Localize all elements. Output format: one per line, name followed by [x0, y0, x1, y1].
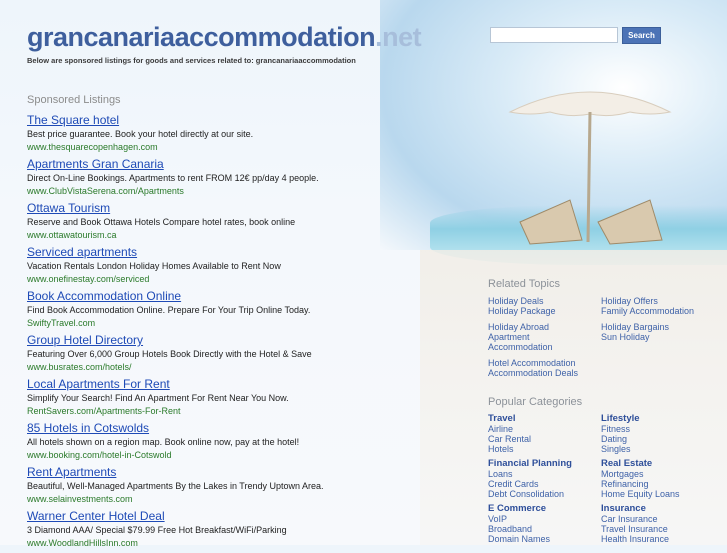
tagline: Below are sponsored listings for goods a…: [27, 56, 356, 65]
related-topic-link[interactable]: Apartment: [488, 332, 530, 342]
sponsored-listings-heading: Sponsored Listings: [27, 94, 121, 106]
category-link[interactable]: Singles: [601, 444, 631, 454]
listing-url[interactable]: www.booking.com/hotel-in-Cotswold: [27, 450, 447, 461]
listing-item: Serviced apartments Vacation Rentals Lon…: [27, 245, 447, 289]
category-link[interactable]: Fitness: [601, 424, 630, 434]
related-topic-link[interactable]: Accommodation: [488, 342, 553, 352]
domain-name: grancanariaaccommodation: [27, 22, 376, 52]
listing-title-link[interactable]: Book Accommodation Online: [27, 289, 447, 303]
category-heading-link[interactable]: Insurance: [601, 503, 646, 514]
sponsored-listings: The Square hotel Best price guarantee. B…: [27, 113, 447, 553]
listing-title-link[interactable]: Ottawa Tourism: [27, 201, 447, 215]
category-link[interactable]: Broadband: [488, 524, 532, 534]
category-link[interactable]: Hotels: [488, 444, 514, 454]
listing-description: Beautiful, Well-Managed Apartments By th…: [27, 481, 324, 491]
listing-item: Book Accommodation Online Find Book Acco…: [27, 289, 447, 333]
related-topic-link[interactable]: Holiday Abroad: [488, 322, 549, 332]
beach-umbrella-icon: [508, 91, 672, 245]
listing-item: Rent Apartments Beautiful, Well-Managed …: [27, 465, 447, 509]
category-link[interactable]: Home Equity Loans: [601, 489, 680, 499]
category-heading-link[interactable]: Lifestyle: [601, 413, 640, 424]
listing-url[interactable]: www.ottawatourism.ca: [27, 230, 447, 241]
listing-url[interactable]: www.WoodlandHillsInn.com: [27, 538, 447, 549]
listing-description: Simplify Your Search! Find An Apartment …: [27, 393, 289, 403]
listing-description: Reserve and Book Ottawa Hotels Compare h…: [27, 217, 296, 227]
related-topic-link[interactable]: Hotel Accommodation: [488, 358, 576, 368]
category-link[interactable]: Airline: [488, 424, 513, 434]
listing-description: Direct On-Line Bookings. Apartments to r…: [27, 173, 319, 183]
listing-description: Featuring Over 6,000 Group Hotels Book D…: [27, 349, 312, 359]
category-link[interactable]: Credit Cards: [488, 479, 539, 489]
related-topic-link[interactable]: Family Accommodation: [601, 306, 694, 316]
listing-description: Vacation Rentals London Holiday Homes Av…: [27, 261, 281, 271]
listing-title-link[interactable]: 85 Hotels in Cotswolds: [27, 421, 447, 435]
category-link[interactable]: Refinancing: [601, 479, 649, 489]
listing-url[interactable]: www.ClubVistaSerena.com/Apartments: [27, 186, 447, 197]
listing-item: Ottawa Tourism Reserve and Book Ottawa H…: [27, 201, 447, 245]
listing-url[interactable]: RentSavers.com/Apartments-For-Rent: [27, 406, 447, 417]
listing-description: Best price guarantee. Book your hotel di…: [27, 129, 254, 139]
related-topic-link[interactable]: Sun Holiday: [601, 332, 650, 342]
listing-description: All hotels shown on a region map. Book o…: [27, 437, 300, 447]
listing-title-link[interactable]: Rent Apartments: [27, 465, 447, 479]
page-title: grancanariaaccommodation.net: [27, 22, 422, 53]
popular-categories-heading: Popular Categories: [488, 396, 583, 408]
category-link[interactable]: Dating: [601, 434, 627, 444]
category-heading-link[interactable]: Real Estate: [601, 458, 652, 469]
related-topic-link[interactable]: Holiday Deals: [488, 296, 544, 306]
related-topic-link[interactable]: Holiday Bargains: [601, 322, 669, 332]
category-link[interactable]: Domain Names: [488, 534, 550, 544]
listing-title-link[interactable]: Apartments Gran Canaria: [27, 157, 447, 171]
category-link[interactable]: VoIP: [488, 514, 507, 524]
listing-url[interactable]: www.thesquarecopenhagen.com: [27, 142, 447, 153]
category-link[interactable]: Debt Consolidation: [488, 489, 564, 499]
category-link[interactable]: Health Insurance: [601, 534, 669, 544]
listing-title-link[interactable]: The Square hotel: [27, 113, 447, 127]
listing-url[interactable]: SwiftyTravel.com: [27, 318, 447, 329]
related-topic-link[interactable]: Holiday Offers: [601, 296, 658, 306]
listing-item: Apartments Gran Canaria Direct On-Line B…: [27, 157, 447, 201]
search-input[interactable]: [490, 27, 618, 43]
category-link[interactable]: Travel Insurance: [601, 524, 668, 534]
listing-title-link[interactable]: Warner Center Hotel Deal: [27, 509, 447, 523]
listing-title-link[interactable]: Local Apartments For Rent: [27, 377, 447, 391]
category-heading-link[interactable]: Financial Planning: [488, 458, 572, 469]
related-topic-link[interactable]: Holiday Package: [488, 306, 556, 316]
category-heading-link[interactable]: E Commerce: [488, 503, 546, 514]
listing-title-link[interactable]: Serviced apartments: [27, 245, 447, 259]
related-topic-link[interactable]: Accommodation Deals: [488, 368, 578, 378]
related-topics-heading: Related Topics: [488, 278, 560, 290]
listing-title-link[interactable]: Group Hotel Directory: [27, 333, 447, 347]
category-link[interactable]: Mortgages: [601, 469, 644, 479]
search-button[interactable]: Search: [622, 27, 661, 44]
listing-item: Local Apartments For Rent Simplify Your …: [27, 377, 447, 421]
listing-url[interactable]: www.onefinestay.com/serviced: [27, 274, 447, 285]
listing-description: 3 Diamond AAA/ Special $79.99 Free Hot B…: [27, 525, 287, 535]
category-link[interactable]: Car Rental: [488, 434, 531, 444]
listing-item: Group Hotel Directory Featuring Over 6,0…: [27, 333, 447, 377]
listing-item: 85 Hotels in Cotswolds All hotels shown …: [27, 421, 447, 465]
domain-tld: .net: [375, 22, 422, 52]
listing-url[interactable]: www.busrates.com/hotels/: [27, 362, 447, 373]
listing-description: Find Book Accommodation Online. Prepare …: [27, 305, 311, 315]
category-link[interactable]: Loans: [488, 469, 513, 479]
category-heading-link[interactable]: Travel: [488, 413, 515, 424]
listing-item: The Square hotel Best price guarantee. B…: [27, 113, 447, 157]
listing-item: Warner Center Hotel Deal 3 Diamond AAA/ …: [27, 509, 447, 553]
category-link[interactable]: Car Insurance: [601, 514, 658, 524]
listing-url[interactable]: www.selainvestments.com: [27, 494, 447, 505]
